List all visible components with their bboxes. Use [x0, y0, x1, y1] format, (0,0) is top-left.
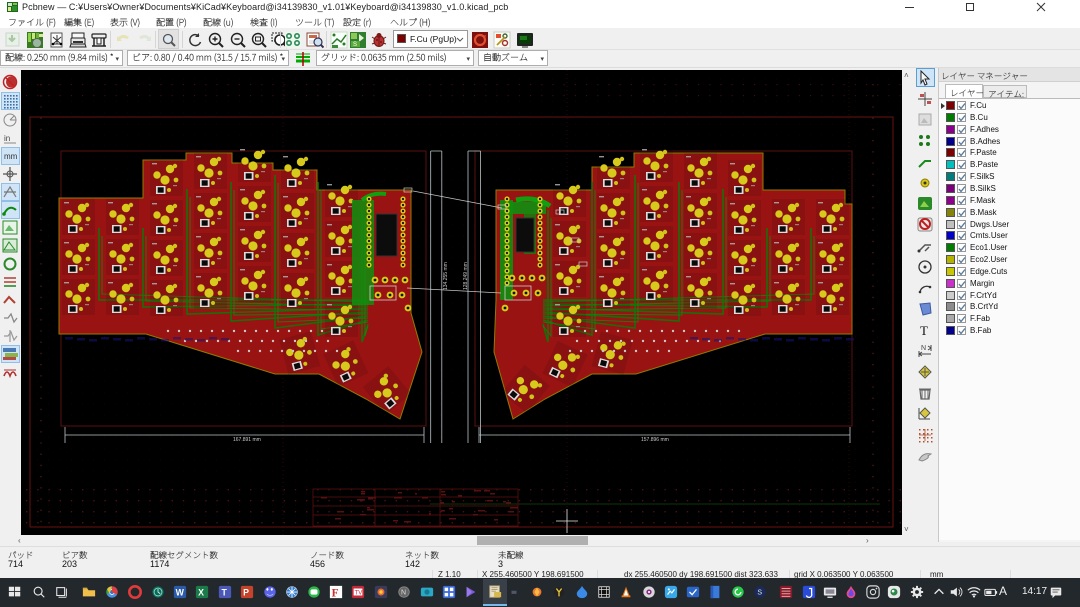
svg-text:134.255 mm: 134.255 mm	[443, 262, 449, 290]
svg-text:W: W	[176, 588, 185, 598]
svg-text:N: N	[921, 345, 926, 352]
svg-text:S: S	[757, 590, 762, 597]
svg-text:167.891 mm: 167.891 mm	[233, 437, 261, 443]
svg-text:TV: TV	[355, 590, 364, 597]
svg-text:P: P	[243, 588, 249, 598]
svg-text:T: T	[222, 588, 228, 598]
svg-text:N: N	[401, 590, 406, 597]
svg-text:in: in	[4, 134, 10, 143]
svg-text:157.896 mm: 157.896 mm	[641, 437, 669, 443]
svg-text:128.249 mm: 128.249 mm	[463, 262, 469, 290]
svg-text:mm: mm	[4, 152, 18, 161]
svg-text:T: T	[920, 323, 928, 338]
svg-text:F: F	[332, 587, 339, 599]
svg-text:X: X	[198, 588, 204, 598]
svg-text:S: S	[353, 42, 357, 48]
